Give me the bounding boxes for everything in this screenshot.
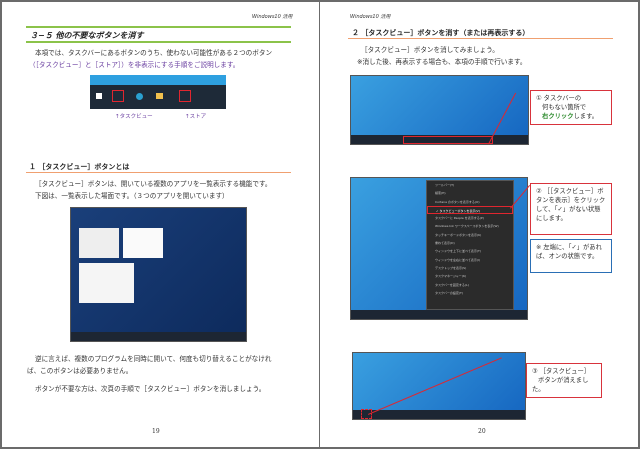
body-line: ※消した後、再表示する場合も、本項の手順で行います。 [357, 58, 527, 66]
callout-text: ボタンが消えました。 [532, 377, 589, 393]
body-line: ［タスクビュー］ボタンを消してみましょう。 [361, 46, 499, 54]
menu-item-taskview[interactable]: ✓ タスクビューボタンを表示(V) [427, 205, 513, 215]
desktop-screenshot-2: ツールバー(T) 検索(H) Cortana のボタンを表示する(O) ✓ タス… [350, 177, 528, 320]
taskbar-image [90, 75, 226, 109]
taskview-label: ↑タスクビュー [115, 114, 153, 120]
menu-item[interactable]: ウィンドウを上下に並べて表示(T) [427, 247, 513, 255]
page-19: Windows10 活用 ３−５ 他の不要なボタンを消す 本項では、タスクバーに… [2, 2, 319, 447]
section-title: ３−５ 他の不要なボタンを消す [30, 31, 144, 40]
app-window [79, 228, 119, 258]
page-header: Windows10 活用 [252, 14, 293, 20]
callout-text: タスクバーの [543, 95, 582, 102]
callout-1: ① タスクバーの 何もない箇所で 右クリックします。 [530, 90, 612, 125]
menu-item[interactable]: タスクバーの設定(T) [427, 289, 513, 297]
store-label: ↑ストア [185, 114, 207, 120]
taskview-icon-highlight [112, 90, 124, 102]
taskbar [351, 310, 527, 319]
page-number: 19 [152, 428, 160, 435]
callout-2: ② ［［タスクビュー］ボタンを表示］をクリックして、「✓」がない状態にします。 [530, 183, 612, 235]
intro-line: 本項では、タスクバーにあるボタンのうち、使わない可能性がある２つのボタン [35, 49, 273, 57]
empty-area-highlight [403, 136, 493, 144]
menu-item[interactable]: ウィンドウを左右に並べて表示(I) [427, 256, 513, 264]
callout-text: します。 [573, 113, 599, 120]
body-line: ば、このボタンは必要ありません。 [27, 367, 133, 375]
menu-item[interactable]: Cortana のボタンを表示する(O) [427, 198, 513, 206]
body-line: 下図は、一覧表示した場面です。（３つのアプリを開いています） [35, 192, 229, 200]
menu-item[interactable]: ツールバー(T) [427, 181, 513, 189]
step-number: ② [536, 188, 542, 195]
step-number: ③ [532, 368, 538, 375]
folder-icon [156, 93, 163, 99]
app-window [123, 228, 163, 258]
menu-item[interactable]: タッチキーボードボタンを表示(K) [427, 231, 513, 239]
callout-3: ③ ［タスクビュー］ ボタンが消えました。 [526, 363, 602, 398]
desktop-screenshot-1 [350, 75, 529, 145]
page-number: 20 [478, 428, 486, 435]
menu-item[interactable]: タスクバーを固定する(L) [427, 281, 513, 289]
title-rule-bottom [26, 41, 291, 43]
body-line: ［タスクビュー］ボタンは、開いている複数のアプリを一覧表示する機能です。 [35, 180, 272, 188]
app-window [79, 263, 134, 303]
menu-item[interactable]: デスクトップを表示(S) [427, 264, 513, 272]
callout-text: ［［タスクビュー］ボタンを表示］をクリックして、「✓」がない状態にします。 [536, 188, 606, 222]
subsection-rule [26, 172, 291, 173]
section-rule [348, 38, 613, 39]
edge-icon [136, 93, 143, 100]
page-header: Windows10 活用 [350, 14, 391, 20]
taskbar [71, 332, 246, 341]
callout-emphasis: 右クリック [542, 113, 574, 120]
menu-item[interactable]: 検索(H) [427, 189, 513, 197]
callout-text: 左端に、「✓」があれば、オンの状態です。 [536, 244, 602, 260]
body-line: ボタンが不要な方は、次頁の手順で［タスクビュー］ボタンを消しましょう。 [35, 385, 266, 393]
context-menu: ツールバー(T) 検索(H) Cortana のボタンを表示する(O) ✓ タス… [426, 180, 514, 310]
note-mark: ※ [536, 244, 542, 251]
taskbar [353, 410, 525, 419]
step-number: ① [536, 95, 542, 102]
subsection-title: １ ［タスクビュー］ボタンとは [29, 163, 130, 171]
page-20: Windows10 活用 ２ ［タスクビュー］ボタンを消す（または再表示する） … [320, 2, 638, 447]
menu-item[interactable]: Windows Ink ワークスペースボタンを表示(W) [427, 222, 513, 230]
windows-icon [96, 93, 102, 99]
title-rule-top [26, 26, 291, 28]
menu-item[interactable]: タスクマネージャー(K) [427, 272, 513, 280]
callout-text: 何もない箇所で [542, 104, 587, 111]
taskview-screenshot [70, 207, 247, 342]
callout-text: ［タスクビュー］ [539, 368, 591, 375]
menu-item[interactable]: タスクバーに People を表示する(P) [427, 214, 513, 222]
intro-line: （［タスクビュー］と［ストア］）を非表示にする手順をご説明します。 [29, 61, 240, 69]
menu-item[interactable]: 重ねて表示(D) [427, 239, 513, 247]
section-title: ２ ［タスクビュー］ボタンを消す（または再表示する） [352, 29, 530, 37]
body-line: 逆に言えば、複数のプログラムを同時に開いて、何度も切り替えることがなけれ [35, 355, 272, 363]
store-icon-highlight [179, 90, 191, 102]
callout-note: ※ 左端に、「✓」があれば、オンの状態です。 [530, 239, 612, 273]
